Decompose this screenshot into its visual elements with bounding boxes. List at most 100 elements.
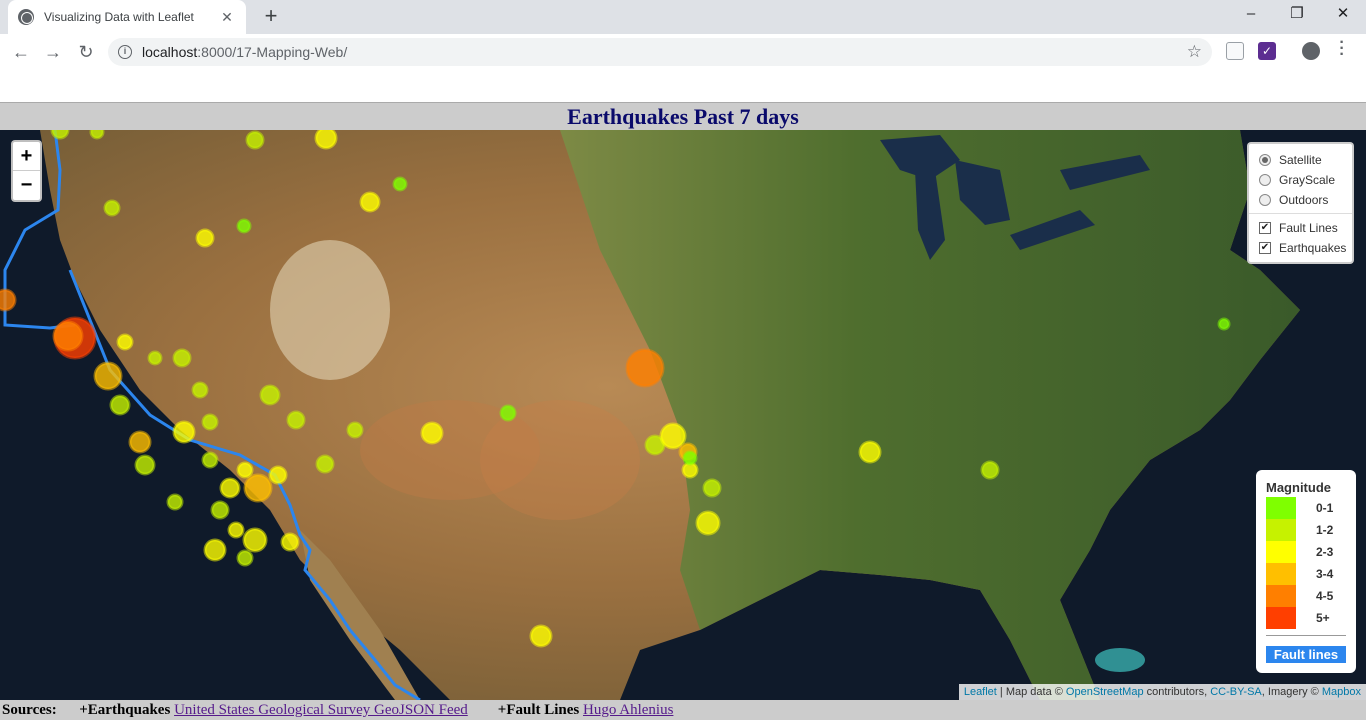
- fault-lines-legend: Fault lines: [1266, 646, 1346, 663]
- salt-flats: [270, 240, 390, 380]
- overlay-option-fault-lines[interactable]: ✔ Fault Lines: [1259, 218, 1344, 238]
- earthquake-marker[interactable]: [346, 421, 364, 439]
- menu-dots-icon[interactable]: · · ·: [1336, 35, 1348, 63]
- profile-avatar-icon[interactable]: [1302, 42, 1320, 60]
- earthquake-marker[interactable]: [1217, 317, 1231, 331]
- bookmark-star-icon[interactable]: ☆: [1187, 42, 1202, 62]
- reload-icon[interactable]: ↻: [73, 39, 99, 65]
- earthquake-marker[interactable]: [625, 348, 665, 388]
- earthquake-marker[interactable]: [172, 348, 192, 368]
- tab-close-icon[interactable]: ✕: [218, 9, 236, 26]
- new-tab-button[interactable]: +: [258, 4, 284, 30]
- earthquake-marker[interactable]: [128, 430, 152, 454]
- extension-check-icon[interactable]: ✓: [1258, 42, 1276, 60]
- checkbox[interactable]: ✔: [1259, 242, 1271, 254]
- back-icon[interactable]: ←: [8, 39, 34, 65]
- earthquake-marker[interactable]: [109, 394, 131, 416]
- leaflet-map[interactable]: + − Satellite GrayScale Outdoors ✔ Fault …: [0, 130, 1366, 700]
- extension-icon[interactable]: [1226, 42, 1244, 60]
- info-icon[interactable]: i: [118, 45, 132, 59]
- earthquake-marker[interactable]: [980, 460, 1000, 480]
- legend-item: 0-1: [1266, 497, 1346, 519]
- earthquake-marker[interactable]: [52, 320, 84, 352]
- earthquake-marker[interactable]: [858, 440, 882, 464]
- earthquake-marker[interactable]: [695, 510, 721, 536]
- earthquake-marker[interactable]: [166, 493, 184, 511]
- earthquake-marker[interactable]: [236, 218, 252, 234]
- earthquake-marker[interactable]: [236, 461, 254, 479]
- radio-button[interactable]: [1259, 194, 1271, 206]
- leaflet-link[interactable]: Leaflet: [964, 686, 997, 698]
- hugo-ahlenius-link[interactable]: Hugo Ahlenius: [583, 702, 673, 718]
- earthquake-marker[interactable]: [93, 361, 123, 391]
- cc-by-sa-link[interactable]: CC-BY-SA: [1210, 686, 1262, 698]
- usgs-feed-link[interactable]: United States Geological Survey GeoJSON …: [174, 702, 468, 718]
- earthquake-marker[interactable]: [659, 422, 687, 450]
- earthquake-marker[interactable]: [243, 473, 273, 503]
- earthquake-marker[interactable]: [210, 500, 230, 520]
- page-title: Earthquakes Past 7 days: [567, 104, 799, 129]
- attribution-text: | Map data ©: [996, 686, 1066, 698]
- earthquake-marker[interactable]: [0, 288, 17, 312]
- mapbox-link[interactable]: Mapbox: [1322, 686, 1361, 698]
- earthquake-marker[interactable]: [499, 404, 517, 422]
- minimize-button[interactable]: –: [1228, 0, 1274, 30]
- earthquake-marker[interactable]: [227, 521, 245, 539]
- layer-option-outdoors[interactable]: Outdoors: [1259, 190, 1344, 210]
- osm-link[interactable]: OpenStreetMap: [1066, 686, 1144, 698]
- earthquake-marker[interactable]: [315, 454, 335, 474]
- zoom-out-button[interactable]: −: [13, 171, 40, 200]
- page-content: Earthquakes Past 7 days + − Satellite Gr…: [0, 70, 1366, 720]
- restore-button[interactable]: ❐: [1274, 0, 1320, 30]
- radio-button[interactable]: [1259, 154, 1271, 166]
- earthquake-marker[interactable]: [191, 381, 209, 399]
- tab-strip: Visualizing Data with Leaflet ✕ + – ❐ ✕: [0, 0, 1366, 34]
- sources-bar: Sources: +Earthquakes United States Geol…: [0, 700, 1366, 720]
- earthquake-marker[interactable]: [236, 549, 254, 567]
- legend-swatch: [1266, 519, 1296, 541]
- earthquake-marker[interactable]: [420, 421, 444, 445]
- earthquake-marker[interactable]: [682, 450, 698, 466]
- earthquake-marker[interactable]: [280, 532, 300, 552]
- earthquake-marker[interactable]: [529, 624, 553, 648]
- earthquake-marker[interactable]: [242, 527, 268, 553]
- earthquake-marker[interactable]: [50, 130, 70, 140]
- earthquake-marker[interactable]: [103, 199, 121, 217]
- sources-label: Sources:: [2, 702, 57, 718]
- overlay-label: Earthquakes: [1279, 241, 1347, 255]
- layer-option-grayscale[interactable]: GrayScale: [1259, 170, 1344, 190]
- layer-label: Outdoors: [1279, 193, 1329, 207]
- zoom-in-button[interactable]: +: [13, 142, 40, 171]
- earthquake-marker[interactable]: [314, 130, 338, 150]
- legend-swatch: [1266, 497, 1296, 519]
- earthquake-marker[interactable]: [203, 538, 227, 562]
- layer-control: Satellite GrayScale Outdoors ✔ Fault Line…: [1247, 142, 1354, 264]
- earthquake-marker[interactable]: [268, 465, 288, 485]
- earthquake-marker[interactable]: [219, 477, 241, 499]
- earthquake-marker[interactable]: [195, 228, 215, 248]
- browser-tab[interactable]: Visualizing Data with Leaflet ✕: [8, 0, 246, 34]
- browser-toolbar: ← → ↻ i localhost:8000/17-Mapping-Web/ ☆…: [0, 34, 1366, 70]
- forward-icon[interactable]: →: [40, 39, 66, 65]
- overlay-option-earthquakes[interactable]: ✔ Earthquakes: [1259, 238, 1347, 258]
- legend-swatch: [1266, 541, 1296, 563]
- earthquake-marker[interactable]: [134, 454, 156, 476]
- earthquake-marker[interactable]: [147, 350, 163, 366]
- legend-divider: [1266, 635, 1346, 636]
- earthquake-marker[interactable]: [89, 130, 105, 140]
- earthquake-marker[interactable]: [286, 410, 306, 430]
- earthquake-marker[interactable]: [702, 478, 722, 498]
- checkbox[interactable]: ✔: [1259, 222, 1271, 234]
- earthquake-marker[interactable]: [359, 191, 381, 213]
- address-bar[interactable]: i localhost:8000/17-Mapping-Web/ ☆: [108, 38, 1212, 66]
- earthquake-marker[interactable]: [201, 451, 219, 469]
- radio-button[interactable]: [1259, 174, 1271, 186]
- earthquake-marker[interactable]: [245, 130, 265, 150]
- earthquake-marker[interactable]: [259, 384, 281, 406]
- earthquake-marker[interactable]: [392, 176, 408, 192]
- earthquake-marker[interactable]: [172, 420, 196, 444]
- layer-option-satellite[interactable]: Satellite: [1259, 150, 1344, 170]
- earthquake-marker[interactable]: [116, 333, 134, 351]
- close-window-button[interactable]: ✕: [1320, 0, 1366, 30]
- earthquake-marker[interactable]: [201, 413, 219, 431]
